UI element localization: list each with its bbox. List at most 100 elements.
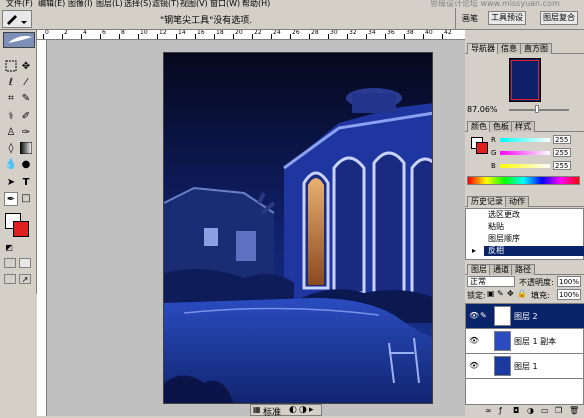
navigator-zoom-value[interactable]: 87.06% bbox=[467, 105, 498, 114]
tab-actions[interactable]: 动作 bbox=[505, 196, 529, 207]
gradient-tool-icon[interactable] bbox=[19, 141, 33, 156]
layers-tabrow: 图层 通道 路径 bbox=[465, 263, 584, 275]
layer-style-icon[interactable]: ƒ bbox=[499, 406, 502, 415]
color-r-value[interactable]: 255 bbox=[553, 135, 571, 144]
tab-color[interactable]: 颜色 bbox=[467, 121, 491, 132]
eye-icon[interactable]: 👁 bbox=[469, 362, 479, 370]
jump-to-imageready-icon[interactable]: ↗ bbox=[19, 274, 31, 284]
color-b-value[interactable]: 255 bbox=[553, 161, 571, 170]
screen-mode-icon[interactable] bbox=[4, 274, 16, 284]
tab-paths[interactable]: 路径 bbox=[511, 264, 535, 275]
layer-row-1[interactable]: 👁 图层 1 副本 bbox=[466, 329, 584, 354]
magic-wand-tool-icon[interactable]: ⁄ bbox=[19, 76, 33, 90]
shape-tool-icon[interactable]: □ bbox=[19, 192, 33, 206]
navigator-zoom-thumb[interactable] bbox=[535, 105, 539, 113]
palette-well-presets-tab[interactable]: 工具预设 bbox=[488, 11, 526, 25]
tab-channels[interactable]: 通道 bbox=[489, 264, 513, 275]
tab-styles[interactable]: 样式 bbox=[511, 121, 535, 132]
layers-footer: ∞ ƒ ◘ ◑ ▭ ❐ 🗑 bbox=[465, 406, 584, 416]
lock-transparency-icon[interactable]: ▣ bbox=[487, 289, 495, 298]
layer-row-2[interactable]: 👁 图层 1 bbox=[466, 354, 584, 379]
ruler-tick-label: 42 bbox=[444, 30, 452, 36]
menu-help[interactable]: 帮助(H) bbox=[242, 0, 270, 8]
blur-tool-icon[interactable]: 💧 bbox=[4, 158, 18, 172]
eye-icon[interactable]: 👁 bbox=[469, 337, 479, 345]
lock-image-icon[interactable]: ✎ bbox=[497, 289, 504, 298]
navigator-zoom-slider[interactable] bbox=[509, 109, 569, 111]
link-icon[interactable]: ∞ bbox=[485, 406, 492, 415]
history-brush-tool-icon[interactable]: ✑ bbox=[19, 126, 33, 140]
lock-all-icon[interactable]: 🔒 bbox=[517, 289, 527, 298]
menu-select[interactable]: 选择(S) bbox=[124, 0, 151, 8]
clone-stamp-tool-icon[interactable]: ♙ bbox=[4, 126, 18, 140]
layer-thumbnail bbox=[494, 331, 511, 351]
default-colors-icon[interactable]: ◩ bbox=[4, 243, 14, 253]
color-bg-swatch[interactable] bbox=[476, 142, 488, 154]
background-color-swatch[interactable] bbox=[13, 221, 29, 237]
navigator-thumbnail bbox=[509, 58, 541, 102]
layer-name[interactable]: 图层 1 副本 bbox=[514, 336, 556, 347]
marquee-tool-icon[interactable] bbox=[4, 60, 18, 74]
color-g-value[interactable]: 255 bbox=[553, 148, 571, 157]
standard-mode-icon[interactable] bbox=[4, 258, 16, 268]
document-image[interactable] bbox=[163, 52, 433, 404]
layer-row-0[interactable]: 👁 ✎ 图层 2 bbox=[466, 304, 584, 329]
menu-edit[interactable]: 编辑(E) bbox=[38, 0, 65, 8]
menu-view[interactable]: 视图(V) bbox=[180, 0, 208, 8]
history-item-2[interactable]: 图层顺序 bbox=[484, 234, 584, 244]
layer-mask-icon[interactable]: ◘ bbox=[513, 406, 519, 415]
night-villa-photo bbox=[164, 53, 432, 403]
ruler-tick-label: 24 bbox=[273, 30, 281, 36]
new-layer-icon[interactable]: ❐ bbox=[555, 406, 562, 415]
menu-window[interactable]: 窗口(W) bbox=[210, 0, 240, 8]
toolbox: ✥ ℓ ⁄ ⌗ ✎ ⚕ ✐ ♙ ✑ ◊ 💧 ● ➤ T ✒ □ ▤ ⌀ ◩ ↗ bbox=[0, 30, 37, 294]
ruler-tick-label: 8 bbox=[121, 30, 125, 36]
palette-well-brush-tab[interactable]: 画笔 bbox=[462, 13, 478, 24]
history-item-3[interactable]: 反相 bbox=[484, 246, 584, 256]
move-tool-icon[interactable]: ✥ bbox=[19, 60, 33, 74]
history-item-0[interactable]: 选区更改 bbox=[484, 210, 584, 220]
layer-name[interactable]: 图层 2 bbox=[514, 311, 538, 322]
brush-tool-icon[interactable]: ✐ bbox=[19, 110, 33, 124]
tab-info[interactable]: 信息 bbox=[497, 43, 521, 54]
history-item-1[interactable]: 粘贴 bbox=[484, 222, 584, 232]
palette-well-layer-comps-tab[interactable]: 图层复合 bbox=[540, 11, 578, 25]
trash-icon[interactable]: 🗑 bbox=[569, 406, 579, 415]
path-selection-tool-icon[interactable]: ➤ bbox=[4, 176, 18, 190]
menu-image[interactable]: 图像(I) bbox=[68, 0, 93, 8]
tab-navigator[interactable]: 导航器 bbox=[467, 43, 499, 54]
dodge-tool-icon[interactable]: ● bbox=[19, 158, 33, 172]
tab-histogram[interactable]: 直方图 bbox=[520, 43, 552, 54]
menu-file[interactable]: 文件(F) bbox=[6, 0, 33, 8]
opacity-label: 不透明度: bbox=[519, 278, 554, 287]
color-spectrum-bar[interactable] bbox=[467, 176, 580, 185]
lasso-tool-icon[interactable]: ℓ bbox=[4, 76, 18, 90]
crop-tool-icon[interactable]: ⌗ bbox=[4, 92, 18, 106]
lock-position-icon[interactable]: ✥ bbox=[507, 289, 514, 298]
quick-mask-mode-icon[interactable] bbox=[19, 258, 31, 268]
tab-history[interactable]: 历史记录 bbox=[467, 196, 507, 207]
layer-name[interactable]: 图层 1 bbox=[514, 361, 538, 372]
menu-filter[interactable]: 滤镜(T) bbox=[152, 0, 179, 8]
new-group-icon[interactable]: ▭ bbox=[541, 406, 549, 415]
color-g-slider[interactable] bbox=[500, 151, 550, 155]
eye-icon[interactable]: 👁 bbox=[469, 312, 479, 320]
blend-mode-select[interactable]: 正常 bbox=[467, 276, 515, 287]
pen-tool-icon[interactable]: ✒ bbox=[4, 192, 18, 206]
opacity-input[interactable]: 100% bbox=[557, 276, 581, 287]
tab-swatches[interactable]: 色板 bbox=[489, 121, 513, 132]
tool-preset-picker[interactable] bbox=[2, 10, 32, 28]
slice-tool-icon[interactable]: ✎ bbox=[19, 92, 33, 106]
color-r-slider[interactable] bbox=[500, 138, 550, 142]
eraser-tool-icon[interactable]: ◊ bbox=[4, 142, 18, 156]
tab-layers[interactable]: 图层 bbox=[467, 264, 491, 275]
color-g-label: G bbox=[491, 149, 497, 157]
color-b-slider[interactable] bbox=[500, 164, 550, 168]
menu-layer[interactable]: 图层(L) bbox=[96, 0, 123, 8]
navigator-view-box[interactable] bbox=[511, 60, 539, 100]
type-tool-icon[interactable]: T bbox=[19, 176, 33, 190]
adjustment-layer-icon[interactable]: ◑ bbox=[527, 406, 534, 415]
healing-brush-tool-icon[interactable]: ⚕ bbox=[4, 110, 18, 124]
fill-input[interactable]: 100% bbox=[557, 289, 581, 300]
menu-arrow-icon[interactable]: ▸ bbox=[309, 405, 314, 415]
